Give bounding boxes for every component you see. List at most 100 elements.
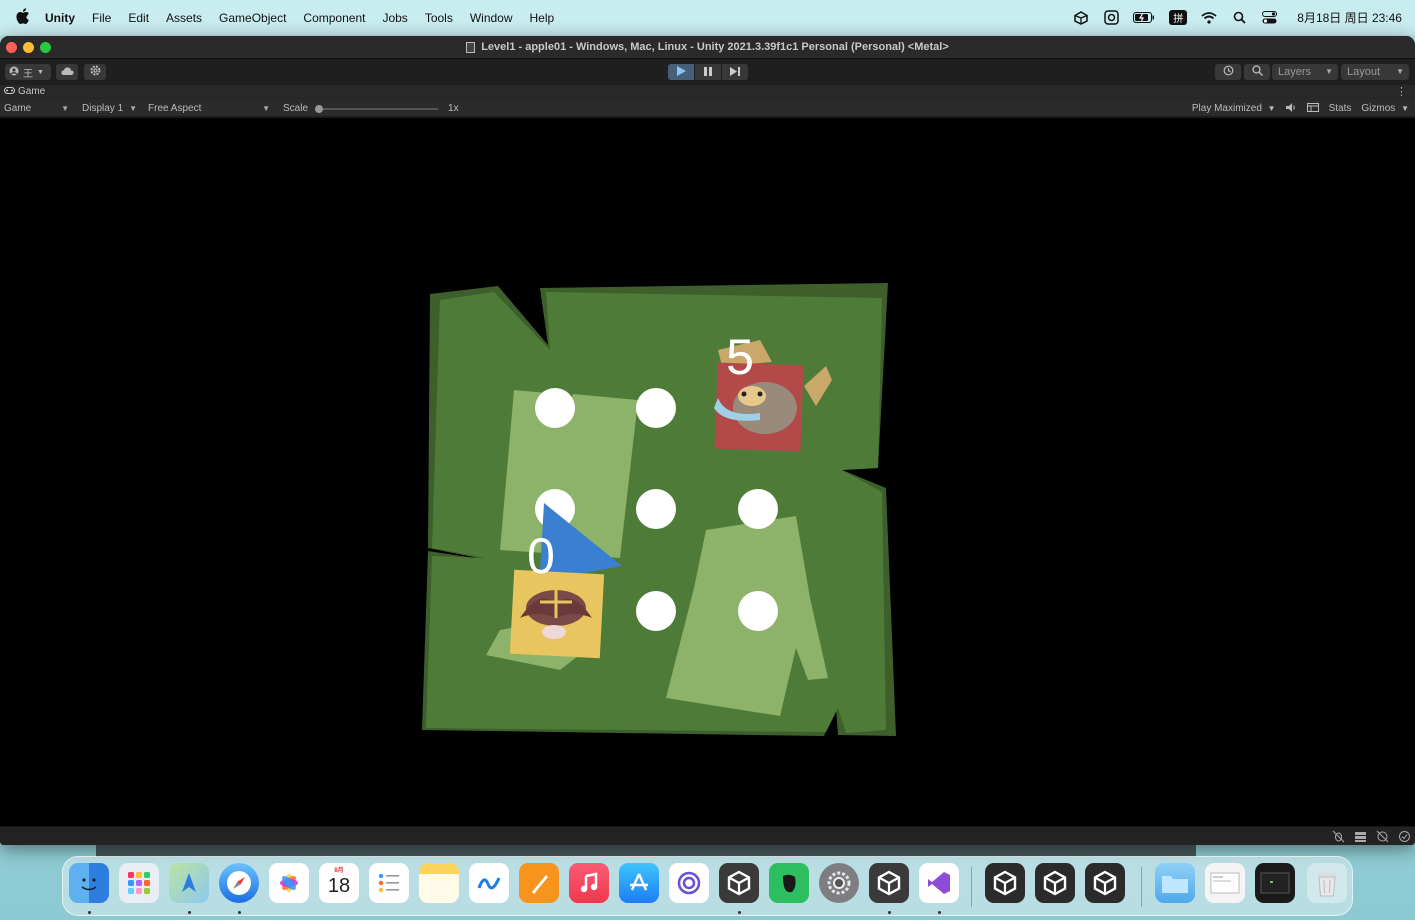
- vsync-icon[interactable]: [1306, 102, 1319, 115]
- freeform-icon[interactable]: [469, 863, 509, 903]
- finder-icon[interactable]: [69, 863, 109, 903]
- unity-hub-icon[interactable]: [719, 863, 759, 903]
- launchpad-icon[interactable]: [119, 863, 159, 903]
- unity-hub-icon[interactable]: [1073, 10, 1089, 26]
- aspect-select[interactable]: Free Aspect ▼: [148, 101, 275, 116]
- stack-icon[interactable]: [1354, 830, 1367, 843]
- stats-button[interactable]: Stats: [1329, 103, 1352, 114]
- system-settings-icon[interactable]: [819, 863, 859, 903]
- step-icon: [730, 63, 740, 81]
- notes-icon[interactable]: [419, 863, 459, 903]
- node[interactable]: [738, 489, 778, 529]
- unity-editor-icon[interactable]: [1085, 863, 1125, 903]
- downloads-folder-icon[interactable]: [1155, 863, 1195, 903]
- menu-assets[interactable]: Assets: [166, 11, 202, 25]
- play-mode-dropdown[interactable]: Play Maximized ▼: [1192, 103, 1276, 114]
- unity-editor-icon[interactable]: [1035, 863, 1075, 903]
- visual-studio-icon[interactable]: [919, 863, 959, 903]
- undo-history-button[interactable]: [1215, 64, 1241, 80]
- pause-button[interactable]: [695, 64, 721, 80]
- chevron-down-icon: ▼: [262, 104, 270, 113]
- pages-icon[interactable]: [519, 863, 559, 903]
- tab-game[interactable]: Game: [4, 86, 45, 97]
- safari-icon[interactable]: [219, 863, 259, 903]
- lighting-icon[interactable]: [1376, 830, 1389, 843]
- input-method-icon[interactable]: 拼: [1169, 10, 1188, 25]
- chevron-down-icon: ▼: [1396, 67, 1404, 76]
- menu-file[interactable]: File: [92, 11, 111, 25]
- dock-separator: [1141, 867, 1142, 907]
- node[interactable]: [636, 388, 676, 428]
- layers-dropdown[interactable]: Layers ▼: [1272, 64, 1338, 80]
- menu-window[interactable]: Window: [470, 11, 513, 25]
- gear-icon: [90, 65, 101, 79]
- node[interactable]: [636, 489, 676, 529]
- mute-audio-icon[interactable]: [1285, 102, 1297, 115]
- window-preview-icon[interactable]: [1255, 863, 1295, 903]
- calendar-icon[interactable]: 8月 18: [319, 863, 359, 903]
- menu-component[interactable]: Component: [303, 11, 365, 25]
- window-zoom-button[interactable]: [40, 42, 51, 53]
- view-select[interactable]: Game ▼: [4, 101, 74, 116]
- node[interactable]: [738, 591, 778, 631]
- progress-check-icon[interactable]: [1398, 830, 1411, 843]
- chevron-down-icon: ▼: [1325, 67, 1333, 76]
- battery-icon[interactable]: [1133, 10, 1155, 26]
- scale-slider-handle[interactable]: [315, 104, 324, 113]
- game-viewport[interactable]: 5 0: [0, 118, 1415, 826]
- screen-record-icon[interactable]: [1103, 10, 1119, 26]
- more-options-icon[interactable]: ⋮: [1396, 85, 1407, 98]
- unity-editor-window: Level1 - apple01 - Windows, Mac, Linux -…: [0, 36, 1415, 845]
- search-button[interactable]: [1244, 64, 1270, 80]
- menu-app-unity[interactable]: Unity: [45, 11, 75, 25]
- display-select-label: Display 1: [82, 103, 124, 114]
- menu-tools[interactable]: Tools: [425, 11, 453, 25]
- document-icon: [466, 41, 476, 53]
- chevron-down-icon: ▼: [37, 68, 44, 76]
- menu-edit[interactable]: Edit: [128, 11, 149, 25]
- apple-menu-icon[interactable]: [16, 8, 30, 27]
- unity-editor-icon[interactable]: [985, 863, 1025, 903]
- window-title: Level1 - apple01 - Windows, Mac, Linux -…: [466, 41, 949, 53]
- layout-label: Layout: [1347, 66, 1381, 78]
- menu-help[interactable]: Help: [530, 11, 555, 25]
- account-dropdown[interactable]: 王 ▼: [5, 64, 51, 80]
- boar-eye: [757, 391, 763, 397]
- window-close-button[interactable]: [6, 42, 17, 53]
- music-icon[interactable]: [569, 863, 609, 903]
- running-indicator: [738, 911, 741, 914]
- display-select[interactable]: Display 1 ▼: [82, 101, 142, 116]
- play-button[interactable]: [668, 64, 694, 80]
- window-preview-icon[interactable]: [1205, 863, 1245, 903]
- maps-icon[interactable]: [169, 863, 209, 903]
- app-store-icon[interactable]: [619, 863, 659, 903]
- node[interactable]: [636, 591, 676, 631]
- window-minimize-button[interactable]: [23, 42, 34, 53]
- photos-icon[interactable]: [269, 863, 309, 903]
- node[interactable]: [535, 388, 575, 428]
- menu-jobs[interactable]: Jobs: [382, 11, 407, 25]
- evernote-icon[interactable]: [769, 863, 809, 903]
- reminders-icon[interactable]: [369, 863, 409, 903]
- scale-slider[interactable]: [315, 104, 439, 113]
- debug-bug-icon[interactable]: [1332, 830, 1345, 843]
- chevron-down-icon: ▼: [129, 104, 137, 113]
- gizmos-dropdown[interactable]: Gizmos ▼: [1361, 103, 1409, 114]
- spotlight-search-icon[interactable]: [1231, 10, 1247, 26]
- boar-eye: [741, 391, 747, 397]
- menu-gameobject[interactable]: GameObject: [219, 11, 286, 25]
- proxyman-icon[interactable]: [669, 863, 709, 903]
- layout-dropdown[interactable]: Layout ▼: [1341, 64, 1409, 80]
- unity-icon[interactable]: [869, 863, 909, 903]
- game-view-controls: Game ▼ Display 1 ▼ Free Aspect ▼ Scale 1…: [0, 100, 1415, 117]
- cloud-button[interactable]: [56, 64, 78, 80]
- wifi-icon[interactable]: [1201, 10, 1217, 26]
- trash-icon[interactable]: [1307, 863, 1347, 903]
- collab-settings-button[interactable]: [84, 64, 106, 80]
- running-indicator: [938, 911, 941, 914]
- account-label: 王: [23, 68, 33, 80]
- control-center-icon[interactable]: [1261, 10, 1277, 26]
- calendar-day: 18: [327, 874, 351, 897]
- step-button[interactable]: [722, 64, 748, 80]
- menubar-clock[interactable]: 8月18日 周日 23:46: [1297, 9, 1402, 26]
